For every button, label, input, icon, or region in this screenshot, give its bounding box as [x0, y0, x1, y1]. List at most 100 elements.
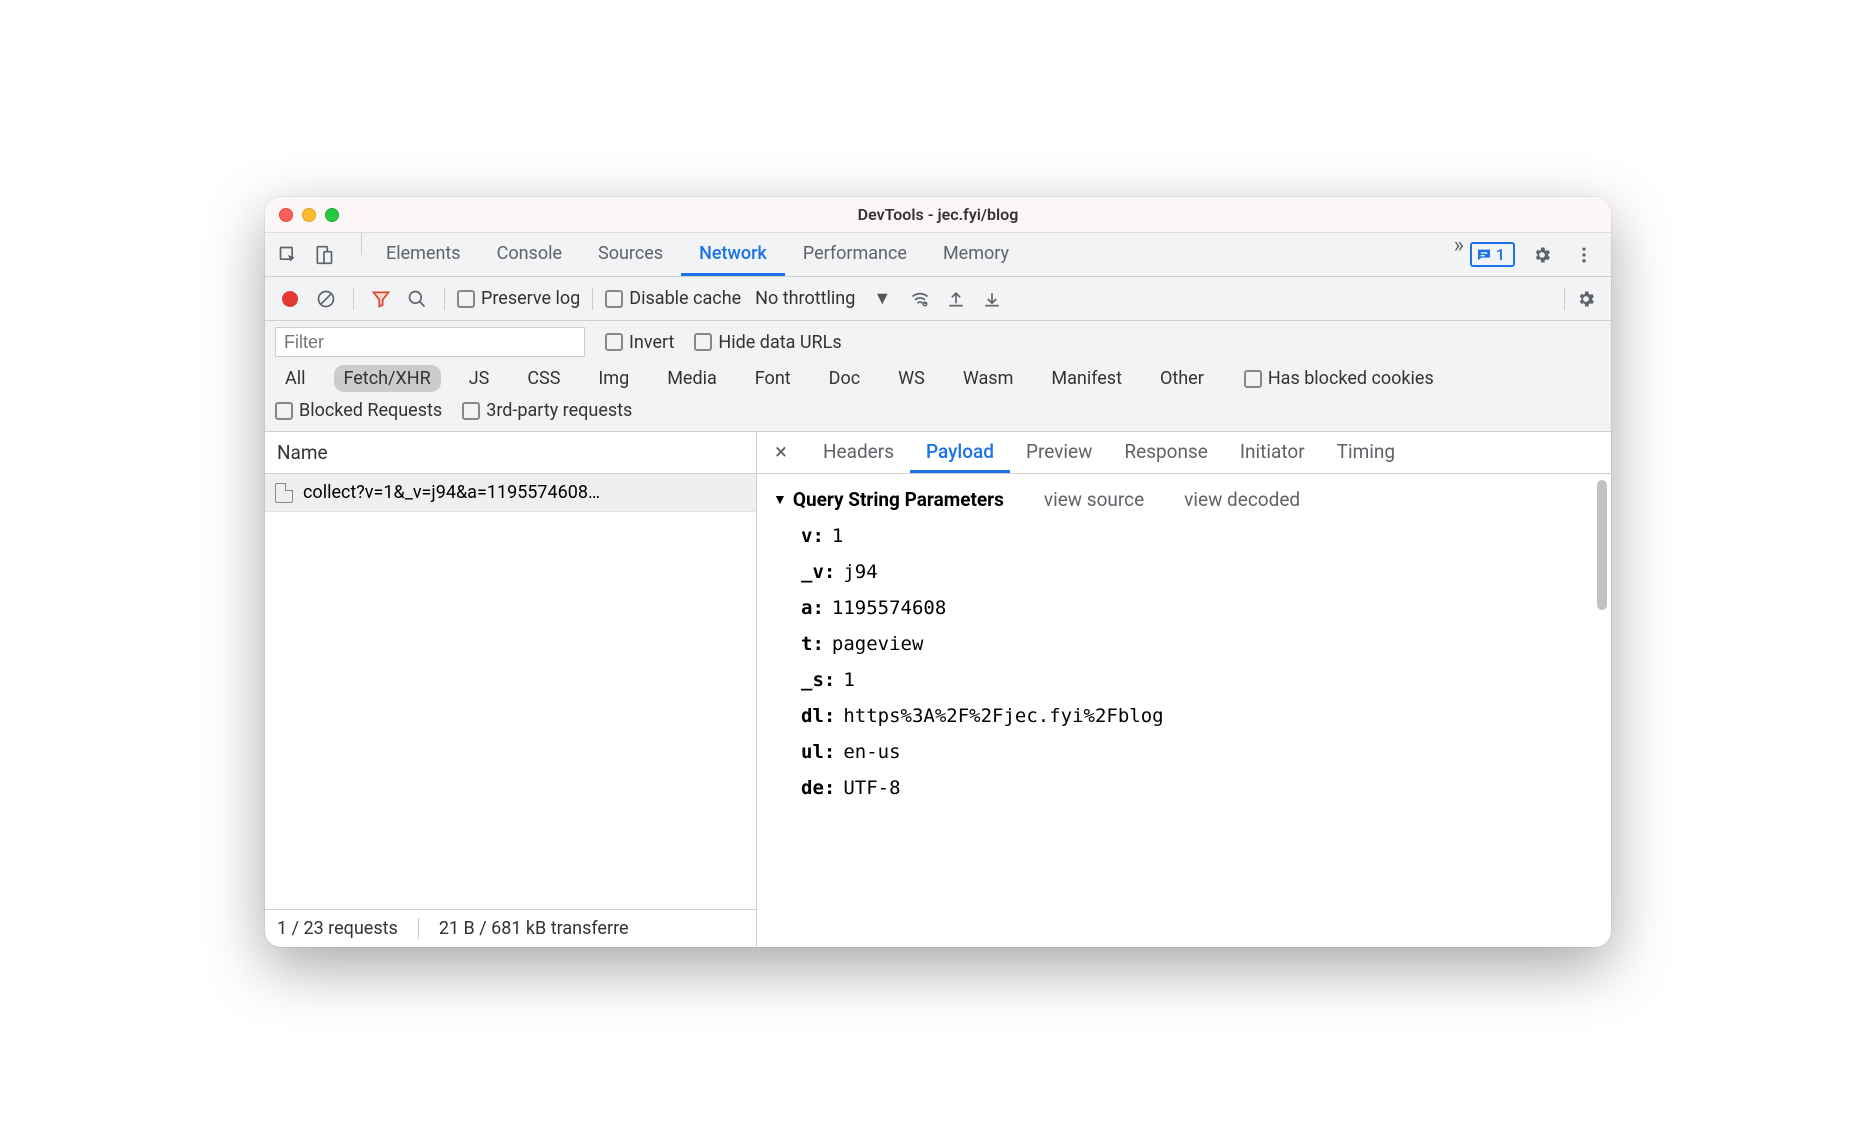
payload-body: ▼ Query String Parameters view source vi… [757, 474, 1611, 947]
close-window-button[interactable] [279, 208, 293, 222]
filter-type-ws[interactable]: WS [888, 365, 935, 392]
tab-memory[interactable]: Memory [925, 233, 1027, 276]
record-button[interactable] [275, 284, 305, 314]
has-blocked-cookies-checkbox[interactable]: Has blocked cookies [1244, 368, 1434, 389]
filter-type-all[interactable]: All [275, 365, 316, 392]
detail-tab-initiator[interactable]: Initiator [1224, 432, 1321, 473]
filter-type-media[interactable]: Media [657, 365, 727, 392]
settings-icon[interactable] [1527, 240, 1557, 270]
divider [592, 288, 593, 310]
query-param-row: _s:1 [801, 669, 1595, 691]
chat-icon [1476, 247, 1492, 263]
filter-icon[interactable] [366, 284, 396, 314]
disclosure-triangle-icon: ▼ [773, 491, 787, 508]
request-count: 1 / 23 requests [277, 918, 398, 939]
param-value: https%3A%2F%2Fjec.fyi%2Fblog [843, 705, 1163, 727]
param-key: t: [801, 633, 824, 655]
request-row[interactable]: collect?v=1&_v=j94&a=1195574608… [265, 474, 756, 512]
param-value: pageview [832, 633, 924, 655]
filter-input[interactable] [275, 327, 585, 357]
issues-badge[interactable]: 1 [1470, 242, 1515, 267]
divider [1564, 288, 1565, 310]
filter-type-manifest[interactable]: Manifest [1041, 365, 1132, 392]
query-param-row: a: 1195574608 [801, 597, 1595, 619]
tab-elements[interactable]: Elements [368, 233, 479, 276]
param-key: v: [801, 525, 824, 547]
filter-type-css[interactable]: CSS [517, 365, 570, 392]
divider [361, 233, 362, 255]
filter-type-other[interactable]: Other [1150, 365, 1214, 392]
param-key: _v: [801, 561, 835, 583]
main-tabbar: ElementsConsoleSourcesNetworkPerformance… [265, 233, 1611, 277]
filter-type-fetch-xhr[interactable]: Fetch/XHR [334, 365, 441, 392]
network-toolbar: Preserve log Disable cache No throttling… [265, 277, 1611, 321]
transfer-size: 21 B / 681 kB transferre [439, 918, 629, 939]
throttling-select[interactable]: No throttling ▼ [747, 288, 899, 309]
hide-data-urls-checkbox[interactable]: Hide data URLs [694, 332, 841, 353]
network-settings-icon[interactable] [1571, 284, 1601, 314]
file-icon [275, 483, 293, 503]
divider [353, 288, 354, 310]
filter-type-img[interactable]: Img [588, 365, 639, 392]
device-toolbar-icon[interactable] [309, 240, 339, 270]
issues-count: 1 [1496, 245, 1505, 264]
param-value: 1195574608 [832, 597, 946, 619]
network-content: Name collect?v=1&_v=j94&a=1195574608… 1 … [265, 432, 1611, 947]
param-key: a: [801, 597, 824, 619]
blocked-requests-checkbox[interactable]: Blocked Requests [275, 400, 442, 421]
tab-sources[interactable]: Sources [580, 233, 681, 276]
kebab-menu-icon[interactable] [1569, 240, 1599, 270]
tab-network[interactable]: Network [681, 233, 785, 276]
more-tabs-icon[interactable]: » [1448, 233, 1470, 276]
view-decoded-link[interactable]: view decoded [1184, 488, 1300, 511]
preserve-log-checkbox[interactable]: Preserve log [457, 288, 580, 309]
detail-tab-payload[interactable]: Payload [910, 432, 1010, 473]
detail-tab-response[interactable]: Response [1108, 432, 1223, 473]
clear-button[interactable] [311, 284, 341, 314]
param-value: 1 [832, 525, 843, 547]
param-key: _s: [801, 669, 835, 691]
third-party-checkbox[interactable]: 3rd-party requests [462, 400, 632, 421]
detail-tab-preview[interactable]: Preview [1010, 432, 1108, 473]
network-conditions-icon[interactable] [905, 284, 935, 314]
traffic-lights [279, 208, 339, 222]
filter-type-wasm[interactable]: Wasm [953, 365, 1024, 392]
status-bar: 1 / 23 requests 21 B / 681 kB transferre [265, 909, 756, 947]
filter-type-js[interactable]: JS [459, 365, 500, 392]
param-key: de: [801, 777, 835, 799]
query-param-row: v: 1 [801, 525, 1595, 547]
request-detail-pane: × HeadersPayloadPreviewResponseInitiator… [757, 432, 1611, 947]
detail-tabbar: × HeadersPayloadPreviewResponseInitiator… [757, 432, 1611, 474]
invert-checkbox[interactable]: Invert [605, 332, 674, 353]
disable-cache-checkbox[interactable]: Disable cache [605, 288, 741, 309]
param-value: en-us [843, 741, 900, 763]
name-column-header[interactable]: Name [265, 432, 756, 474]
window-title: DevTools - jec.fyi/blog [265, 205, 1611, 224]
import-har-icon[interactable] [941, 284, 971, 314]
tab-performance[interactable]: Performance [785, 233, 925, 276]
inspect-element-icon[interactable] [273, 240, 303, 270]
param-key: dl: [801, 705, 835, 727]
close-detail-button[interactable]: × [763, 432, 799, 473]
request-list: collect?v=1&_v=j94&a=1195574608… [265, 474, 756, 909]
filter-type-doc[interactable]: Doc [819, 365, 871, 392]
maximize-window-button[interactable] [325, 208, 339, 222]
divider [444, 288, 445, 310]
query-param-row: ul: en-us [801, 741, 1595, 763]
filter-type-font[interactable]: Font [745, 365, 801, 392]
param-key: ul: [801, 741, 835, 763]
query-params-section-toggle[interactable]: ▼ Query String Parameters [773, 488, 1004, 511]
minimize-window-button[interactable] [302, 208, 316, 222]
detail-tab-timing[interactable]: Timing [1321, 432, 1411, 473]
view-source-link[interactable]: view source [1044, 488, 1144, 511]
chevron-down-icon: ▼ [873, 288, 891, 309]
tab-console[interactable]: Console [479, 233, 580, 276]
network-filterbar: Invert Hide data URLs All Fetch/XHR JS CSS I… [265, 321, 1611, 432]
param-value: j94 [843, 561, 877, 583]
export-har-icon[interactable] [977, 284, 1007, 314]
detail-tab-headers[interactable]: Headers [807, 432, 910, 473]
search-icon[interactable] [402, 284, 432, 314]
query-param-row: t: pageview [801, 633, 1595, 655]
scrollbar[interactable] [1597, 480, 1607, 610]
window-titlebar: DevTools - jec.fyi/blog [265, 197, 1611, 233]
